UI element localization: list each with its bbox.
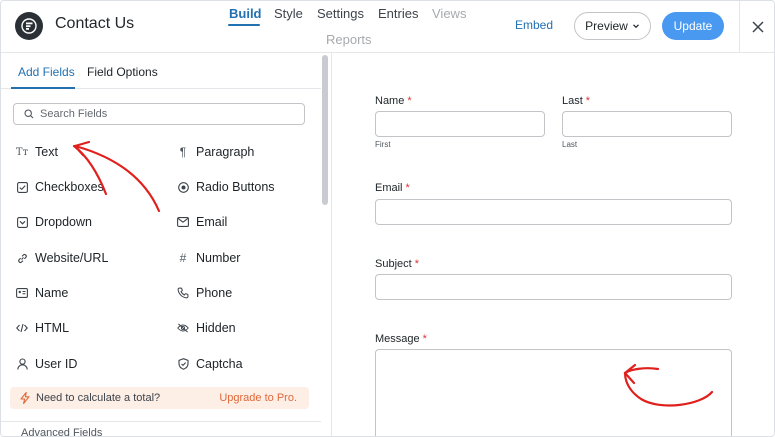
field-radio-buttons[interactable]: Radio Buttons xyxy=(177,175,275,199)
paragraph-icon: ¶ xyxy=(179,145,187,159)
name-label-text: Name xyxy=(375,95,405,107)
subject-input[interactable] xyxy=(375,274,732,300)
fields-sidebar: Add Fields Field Options Tт Text Checkbo… xyxy=(1,53,332,436)
field-hidden-label: Hidden xyxy=(196,321,236,335)
app-window: Contact Us Build Style Settings Entries … xyxy=(0,0,775,437)
advanced-fields-heading[interactable]: Advanced Fields xyxy=(21,427,102,436)
last-field-label: Last * xyxy=(562,95,590,107)
field-name[interactable]: Name xyxy=(16,281,68,305)
first-name-input[interactable] xyxy=(375,111,545,137)
last-label-text: Last xyxy=(562,95,583,107)
email-icon xyxy=(177,216,189,228)
sidebar-tabs: Add Fields Field Options xyxy=(1,53,321,89)
field-user-id-label: User ID xyxy=(35,357,78,371)
first-sublabel: First xyxy=(375,140,391,149)
preview-label: Preview xyxy=(585,19,628,33)
field-radio-buttons-label: Radio Buttons xyxy=(196,180,275,194)
field-email-label: Email xyxy=(196,215,228,229)
field-dropdown-label: Dropdown xyxy=(35,215,92,229)
field-website-url[interactable]: Website/URL xyxy=(16,246,108,270)
top-bar: Contact Us Build Style Settings Entries … xyxy=(1,1,774,53)
field-checkboxes-label: Checkboxes xyxy=(35,180,104,194)
chevron-down-icon xyxy=(632,24,639,29)
close-button[interactable] xyxy=(739,1,774,53)
required-mark: * xyxy=(422,333,427,345)
formidable-logo-icon[interactable] xyxy=(15,12,43,40)
upgrade-link[interactable]: Upgrade to Pro. xyxy=(219,392,297,404)
name-field-label: Name * xyxy=(375,95,412,107)
email-label-text: Email xyxy=(375,182,403,194)
tab-style[interactable]: Style xyxy=(274,6,303,21)
field-html[interactable]: HTML xyxy=(16,316,69,340)
search-fields-box[interactable] xyxy=(13,103,305,125)
shield-icon xyxy=(177,358,189,370)
last-name-input[interactable] xyxy=(562,111,732,137)
field-hidden[interactable]: Hidden xyxy=(177,316,236,340)
eye-slash-icon xyxy=(177,322,189,334)
tab-reports[interactable]: Reports xyxy=(326,32,372,47)
tab-field-options[interactable]: Field Options xyxy=(87,65,158,79)
close-icon xyxy=(752,21,764,33)
field-captcha[interactable]: Captcha xyxy=(177,352,243,376)
phone-icon xyxy=(177,287,189,299)
field-captcha-label: Captcha xyxy=(196,357,243,371)
field-number[interactable]: # Number xyxy=(177,246,241,270)
required-mark: * xyxy=(585,95,591,107)
last-sublabel: Last xyxy=(562,140,578,149)
field-text-label: Text xyxy=(35,145,58,159)
field-text[interactable]: Tт Text xyxy=(16,140,58,164)
subject-field-label: Subject * xyxy=(375,258,419,270)
email-input[interactable] xyxy=(375,199,732,225)
required-mark: * xyxy=(414,258,419,270)
field-checkboxes[interactable]: Checkboxes xyxy=(16,175,104,199)
name-card-icon xyxy=(16,287,28,299)
tab-build[interactable]: Build xyxy=(229,6,262,21)
radio-icon xyxy=(177,181,189,193)
tab-settings[interactable]: Settings xyxy=(317,6,364,21)
field-email[interactable]: Email xyxy=(177,210,227,234)
preview-button[interactable]: Preview xyxy=(574,12,651,40)
required-mark: * xyxy=(405,182,410,194)
required-mark: * xyxy=(407,95,412,107)
tab-entries[interactable]: Entries xyxy=(378,6,418,21)
user-icon xyxy=(16,358,28,370)
sidebar-scrollbar[interactable] xyxy=(322,55,328,205)
code-icon xyxy=(16,322,28,334)
link-icon xyxy=(16,252,28,264)
update-button[interactable]: Update xyxy=(662,12,724,40)
upgrade-banner: Need to calculate a total? Upgrade to Pr… xyxy=(10,387,309,409)
subject-label-text: Subject xyxy=(375,258,412,270)
form-canvas: Name * Last * First Last Email * Subject * M… xyxy=(332,53,774,436)
dropdown-icon xyxy=(16,216,28,228)
checkbox-icon xyxy=(16,181,28,193)
field-paragraph-label: Paragraph xyxy=(196,145,255,159)
field-phone-label: Phone xyxy=(196,286,233,300)
tab-add-fields[interactable]: Add Fields xyxy=(18,65,75,79)
form-title: Contact Us xyxy=(55,15,135,32)
tab-views[interactable]: Views xyxy=(432,6,466,21)
field-user-id[interactable]: User ID xyxy=(16,352,77,376)
sidebar-tab-underline xyxy=(11,87,75,89)
text-size-icon: Tт xyxy=(15,146,29,158)
field-phone[interactable]: Phone xyxy=(177,281,232,305)
hash-icon: # xyxy=(179,251,187,265)
embed-link[interactable]: Embed xyxy=(515,18,553,32)
search-icon xyxy=(24,109,34,119)
active-tab-underline xyxy=(228,24,260,26)
message-field-label: Message * xyxy=(375,333,427,345)
field-number-label: Number xyxy=(196,251,241,265)
field-dropdown[interactable]: Dropdown xyxy=(16,210,92,234)
upgrade-text: Need to calculate a total? xyxy=(36,392,161,404)
field-name-label: Name xyxy=(35,286,69,300)
field-paragraph[interactable]: ¶ Paragraph xyxy=(177,140,255,164)
lightning-icon xyxy=(20,392,30,404)
email-field-label: Email * xyxy=(375,182,410,194)
field-html-label: HTML xyxy=(35,321,70,335)
field-website-url-label: Website/URL xyxy=(35,251,109,265)
message-label-text: Message xyxy=(375,333,420,345)
message-textarea[interactable] xyxy=(375,349,732,436)
search-fields-input[interactable] xyxy=(40,108,290,120)
section-divider xyxy=(1,421,321,422)
